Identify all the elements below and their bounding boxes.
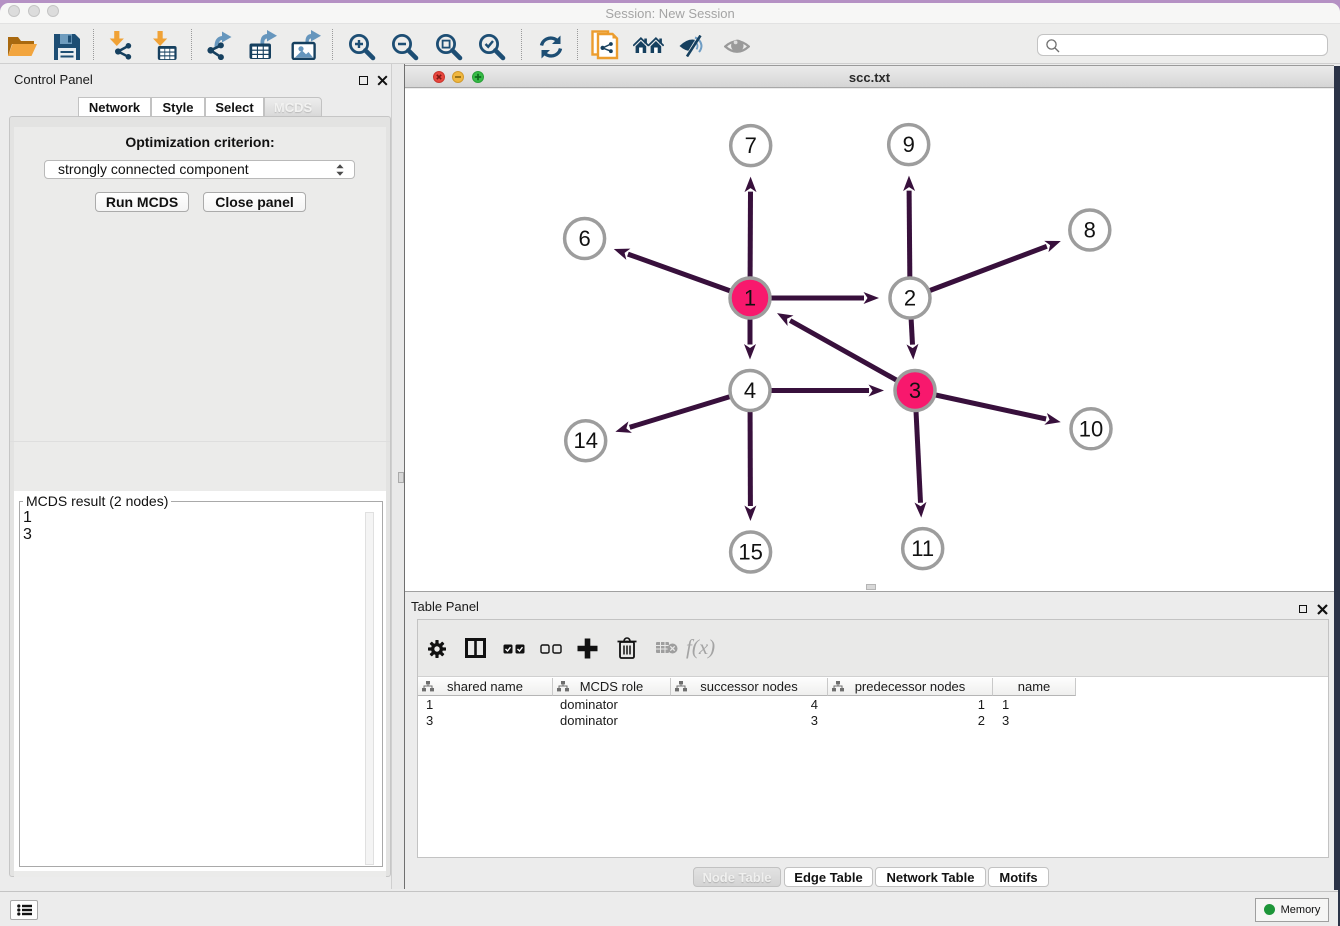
svg-text:11: 11 <box>911 536 934 561</box>
svg-text:8: 8 <box>1084 218 1096 243</box>
svg-text:1: 1 <box>744 286 756 311</box>
svg-text:2: 2 <box>904 286 916 311</box>
svg-text:4: 4 <box>744 378 756 403</box>
svg-text:14: 14 <box>573 428 597 453</box>
svg-text:3: 3 <box>909 378 921 403</box>
svg-text:7: 7 <box>745 133 757 158</box>
svg-text:9: 9 <box>903 132 915 157</box>
svg-text:10: 10 <box>1079 416 1103 441</box>
svg-text:6: 6 <box>578 226 590 251</box>
svg-text:15: 15 <box>738 540 762 565</box>
